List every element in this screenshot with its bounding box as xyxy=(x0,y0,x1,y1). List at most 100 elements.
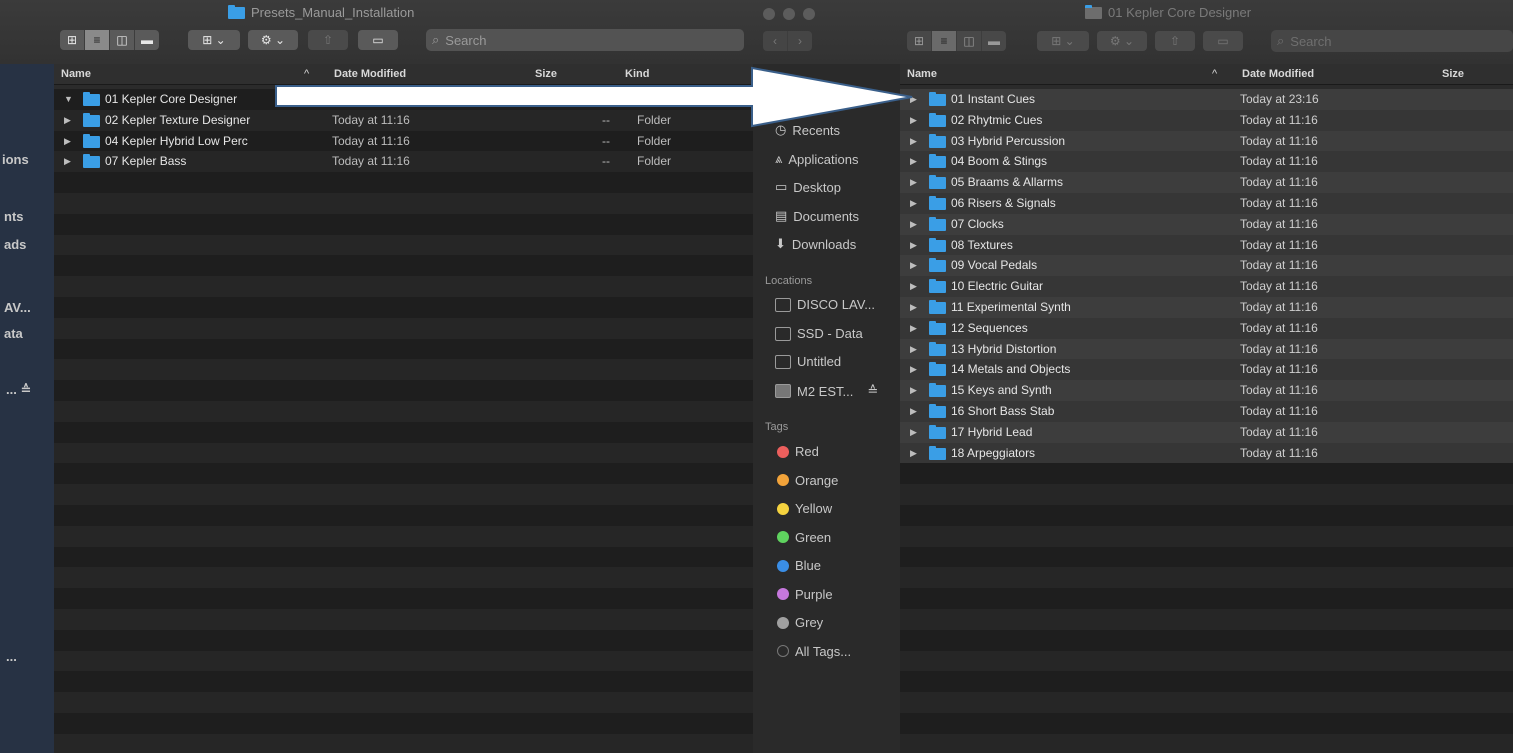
left-sidebar-fragment[interactable]: ads xyxy=(4,237,26,252)
table-row[interactable]: ▶ 01 Instant Cues Today at 23:16 xyxy=(900,89,1513,110)
zoom-window-button[interactable] xyxy=(803,8,815,20)
disclosure-closed-icon[interactable]: ▶ xyxy=(910,427,917,438)
disclosure-closed-icon[interactable]: ▶ xyxy=(910,240,917,251)
sidebar-tag-purple[interactable]: Purple xyxy=(777,587,833,602)
disclosure-closed-icon[interactable]: ▶ xyxy=(910,406,917,417)
sidebar-tag-blue[interactable]: Blue xyxy=(777,558,821,573)
left-sidebar-fragment[interactable]: ... ≙ xyxy=(6,382,31,398)
icon-view-icon[interactable]: ⊞ xyxy=(60,30,85,50)
folder-icon xyxy=(929,195,946,210)
sidebar-item-m2-est[interactable]: M2 EST... ≙ xyxy=(775,383,878,399)
left-sidebar-fragment[interactable]: ions xyxy=(2,152,29,167)
sidebar-item-downloads[interactable]: ⬇ Downloads xyxy=(775,236,856,252)
table-row[interactable]: ▶ 03 Hybrid Percussion Today at 11:16 xyxy=(900,130,1513,152)
table-row[interactable]: ▶ 13 Hybrid Distortion Today at 11:16 xyxy=(900,338,1513,360)
group-by-button[interactable]: ⊞ ⌄ xyxy=(188,30,240,50)
view-mode-segmented[interactable]: ⊞ ≡ ◫ ▬ xyxy=(60,30,159,50)
disclosure-closed-icon[interactable]: ▶ xyxy=(910,448,917,459)
disclosure-closed-icon[interactable]: ▶ xyxy=(910,198,917,209)
sidebar-tag-red[interactable]: Red xyxy=(777,444,819,459)
list-view-icon[interactable]: ≡ xyxy=(932,31,957,51)
row-size: -- xyxy=(602,133,610,148)
table-row[interactable]: ▶ 18 Arpeggiators Today at 11:16 xyxy=(900,442,1513,464)
table-row[interactable]: ▶ 08 Textures Today at 11:16 xyxy=(900,234,1513,256)
disclosure-closed-icon[interactable]: ▶ xyxy=(910,156,917,167)
sidebar-tag-grey[interactable]: Grey xyxy=(777,615,823,630)
sidebar-item-documents[interactable]: ▤ Documents xyxy=(775,208,859,224)
table-row[interactable]: ▶ 02 Rhytmic Cues Today at 11:16 xyxy=(900,109,1513,131)
gallery-view-icon[interactable]: ▬ xyxy=(982,31,1006,51)
column-date-header[interactable]: Date Modified xyxy=(1242,68,1314,80)
sidebar-item-ssd-data[interactable]: SSD - Data xyxy=(775,326,863,341)
action-gear-button[interactable]: ⚙ ⌄ xyxy=(1097,31,1147,51)
table-row[interactable]: ▶ 16 Short Bass Stab Today at 11:16 xyxy=(900,400,1513,422)
table-row[interactable]: ▶ 07 Kepler Bass Today at 11:16 -- Folder xyxy=(54,151,753,173)
disclosure-closed-icon[interactable]: ▶ xyxy=(64,156,71,167)
group-by-button[interactable]: ⊞ ⌄ xyxy=(1037,31,1089,51)
row-date: Today at 11:16 xyxy=(1240,133,1318,148)
disclosure-closed-icon[interactable]: ▶ xyxy=(64,115,71,126)
back-forward-segmented[interactable]: ‹ › xyxy=(763,31,812,51)
disclosure-closed-icon[interactable]: ▶ xyxy=(910,323,917,334)
sidebar-tag-green[interactable]: Green xyxy=(777,530,831,545)
disclosure-closed-icon[interactable]: ▶ xyxy=(910,219,917,230)
disclosure-closed-icon[interactable]: ▶ xyxy=(910,364,917,375)
gallery-view-icon[interactable]: ▬ xyxy=(135,30,159,50)
left-sidebar-fragment[interactable]: nts xyxy=(4,209,24,224)
minimize-window-button[interactable] xyxy=(783,8,795,20)
column-name-header[interactable]: Name xyxy=(61,68,91,80)
left-sidebar-fragment[interactable]: ata xyxy=(4,326,23,341)
disclosure-closed-icon[interactable]: ▶ xyxy=(910,136,917,147)
table-row[interactable]: ▶ 12 Sequences Today at 11:16 xyxy=(900,317,1513,339)
table-row[interactable]: ▶ 10 Electric Guitar Today at 11:16 xyxy=(900,276,1513,297)
view-mode-segmented[interactable]: ⊞ ≡ ◫ ▬ xyxy=(907,31,1006,51)
back-icon[interactable]: ‹ xyxy=(763,31,788,51)
tag-button[interactable]: ▭ xyxy=(358,30,398,50)
table-row[interactable]: ▶ 11 Experimental Synth Today at 11:16 xyxy=(900,296,1513,318)
action-gear-button[interactable]: ⚙ ⌄ xyxy=(248,30,298,50)
left-search-input[interactable]: ⌕ Search xyxy=(426,29,744,51)
close-window-button[interactable] xyxy=(763,8,775,20)
table-row[interactable]: ▶ 06 Risers & Signals Today at 11:16 xyxy=(900,192,1513,214)
icon-view-icon[interactable]: ⊞ xyxy=(907,31,932,51)
eject-icon[interactable]: ≙ xyxy=(867,383,878,399)
disclosure-closed-icon[interactable]: ▶ xyxy=(910,302,917,313)
column-size-header[interactable]: Size xyxy=(1442,68,1464,80)
disclosure-closed-icon[interactable]: ▶ xyxy=(910,260,917,271)
sort-chevron-icon[interactable]: ^ xyxy=(1212,68,1217,80)
disclosure-closed-icon[interactable]: ▶ xyxy=(910,344,917,355)
table-row[interactable]: ▶ 04 Boom & Stings Today at 11:16 xyxy=(900,151,1513,173)
left-sidebar-fragment[interactable]: AV... xyxy=(4,300,31,315)
table-row[interactable]: ▶ 15 Keys and Synth Today at 11:16 xyxy=(900,380,1513,401)
share-button[interactable]: ⇧ xyxy=(308,30,348,50)
table-row[interactable]: ▶ 07 Clocks Today at 11:16 xyxy=(900,213,1513,235)
sidebar-item-applications[interactable]: ⩓ Applications xyxy=(775,151,858,167)
right-search-input[interactable]: ⌕ Search xyxy=(1271,30,1513,52)
list-view-icon[interactable]: ≡ xyxy=(85,30,110,50)
disclosure-closed-icon[interactable]: ▶ xyxy=(64,136,71,147)
table-row[interactable]: ▶ 14 Metals and Objects Today at 11:16 xyxy=(900,359,1513,381)
sidebar-item-untitled[interactable]: Untitled xyxy=(775,354,841,369)
table-row[interactable]: ▶ 17 Hybrid Lead Today at 11:16 xyxy=(900,421,1513,443)
sidebar-tag-orange[interactable]: Orange xyxy=(777,473,838,488)
sidebar-item-desktop[interactable]: ▭ Desktop xyxy=(775,179,841,195)
table-row[interactable]: ▶ 09 Vocal Pedals Today at 11:16 xyxy=(900,255,1513,277)
forward-icon[interactable]: › xyxy=(788,31,812,51)
table-row[interactable]: ▶ 04 Kepler Hybrid Low Perc Today at 11:16… xyxy=(54,130,753,152)
column-view-icon[interactable]: ◫ xyxy=(110,30,135,50)
disclosure-closed-icon[interactable]: ▶ xyxy=(910,281,917,292)
disclosure-closed-icon[interactable]: ▶ xyxy=(910,385,917,396)
row-name: 01 Kepler Core Designer xyxy=(105,92,238,106)
sidebar-tag-yellow[interactable]: Yellow xyxy=(777,501,832,516)
disclosure-closed-icon[interactable]: ▶ xyxy=(910,177,917,188)
left-sidebar-fragment[interactable]: ... xyxy=(6,649,17,664)
empty-row xyxy=(54,400,753,422)
sidebar-tag-all-tags[interactable]: All Tags... xyxy=(777,644,851,659)
folder-icon xyxy=(83,92,100,106)
tag-button[interactable]: ▭ xyxy=(1203,31,1243,51)
table-row[interactable]: ▶ 05 Braams & Allarms Today at 11:16 xyxy=(900,172,1513,193)
disclosure-open-icon[interactable]: ▼ xyxy=(64,94,73,104)
share-button[interactable]: ⇧ xyxy=(1155,31,1195,51)
column-view-icon[interactable]: ◫ xyxy=(957,31,982,51)
sidebar-item-disco-lav[interactable]: DISCO LAV... xyxy=(775,297,875,312)
